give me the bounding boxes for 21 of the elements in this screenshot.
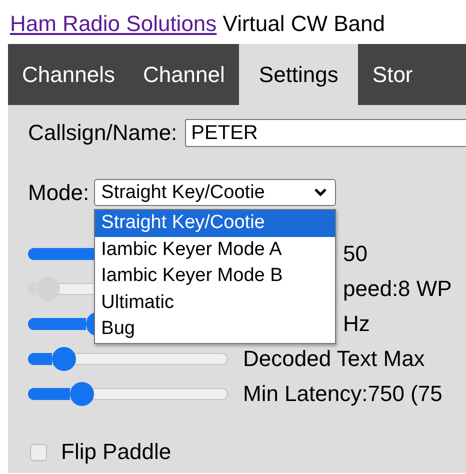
tab[interactable]: Channels (8, 44, 129, 105)
dropdown-option[interactable]: Straight Key/Cootie (95, 210, 336, 236)
tab[interactable]: Settings (238, 44, 358, 105)
dropdown-option[interactable]: Bug (95, 316, 336, 342)
dropdown-option[interactable]: Iambic Keyer Mode A (95, 236, 336, 263)
mode-select[interactable]: Straight Key/Cootie (94, 179, 336, 206)
callsign-label: Callsign/Name: (28, 120, 178, 146)
slider-label: peed:8 WP (343, 276, 452, 302)
page-title: Virtual CW Band (222, 11, 386, 36)
home-link[interactable]: Ham Radio Solutions (10, 11, 217, 36)
mode-label: Mode: (28, 180, 90, 206)
tab[interactable]: Stor (358, 44, 427, 105)
tab[interactable]: Channel (128, 44, 239, 105)
checkbox-label: Flip Paddle (61, 439, 172, 465)
slider-label: Min Latency:750 (75 (243, 380, 442, 406)
slider-label: 50 (343, 240, 368, 266)
callsign-field[interactable]: PETER (185, 119, 466, 147)
dropdown-option[interactable]: Iambic Keyer Mode B (95, 263, 336, 290)
dropdown-option[interactable]: Ultimatic (95, 290, 336, 316)
slider-label: Hz (343, 310, 370, 336)
slider-label: Decoded Text Max (243, 346, 425, 372)
